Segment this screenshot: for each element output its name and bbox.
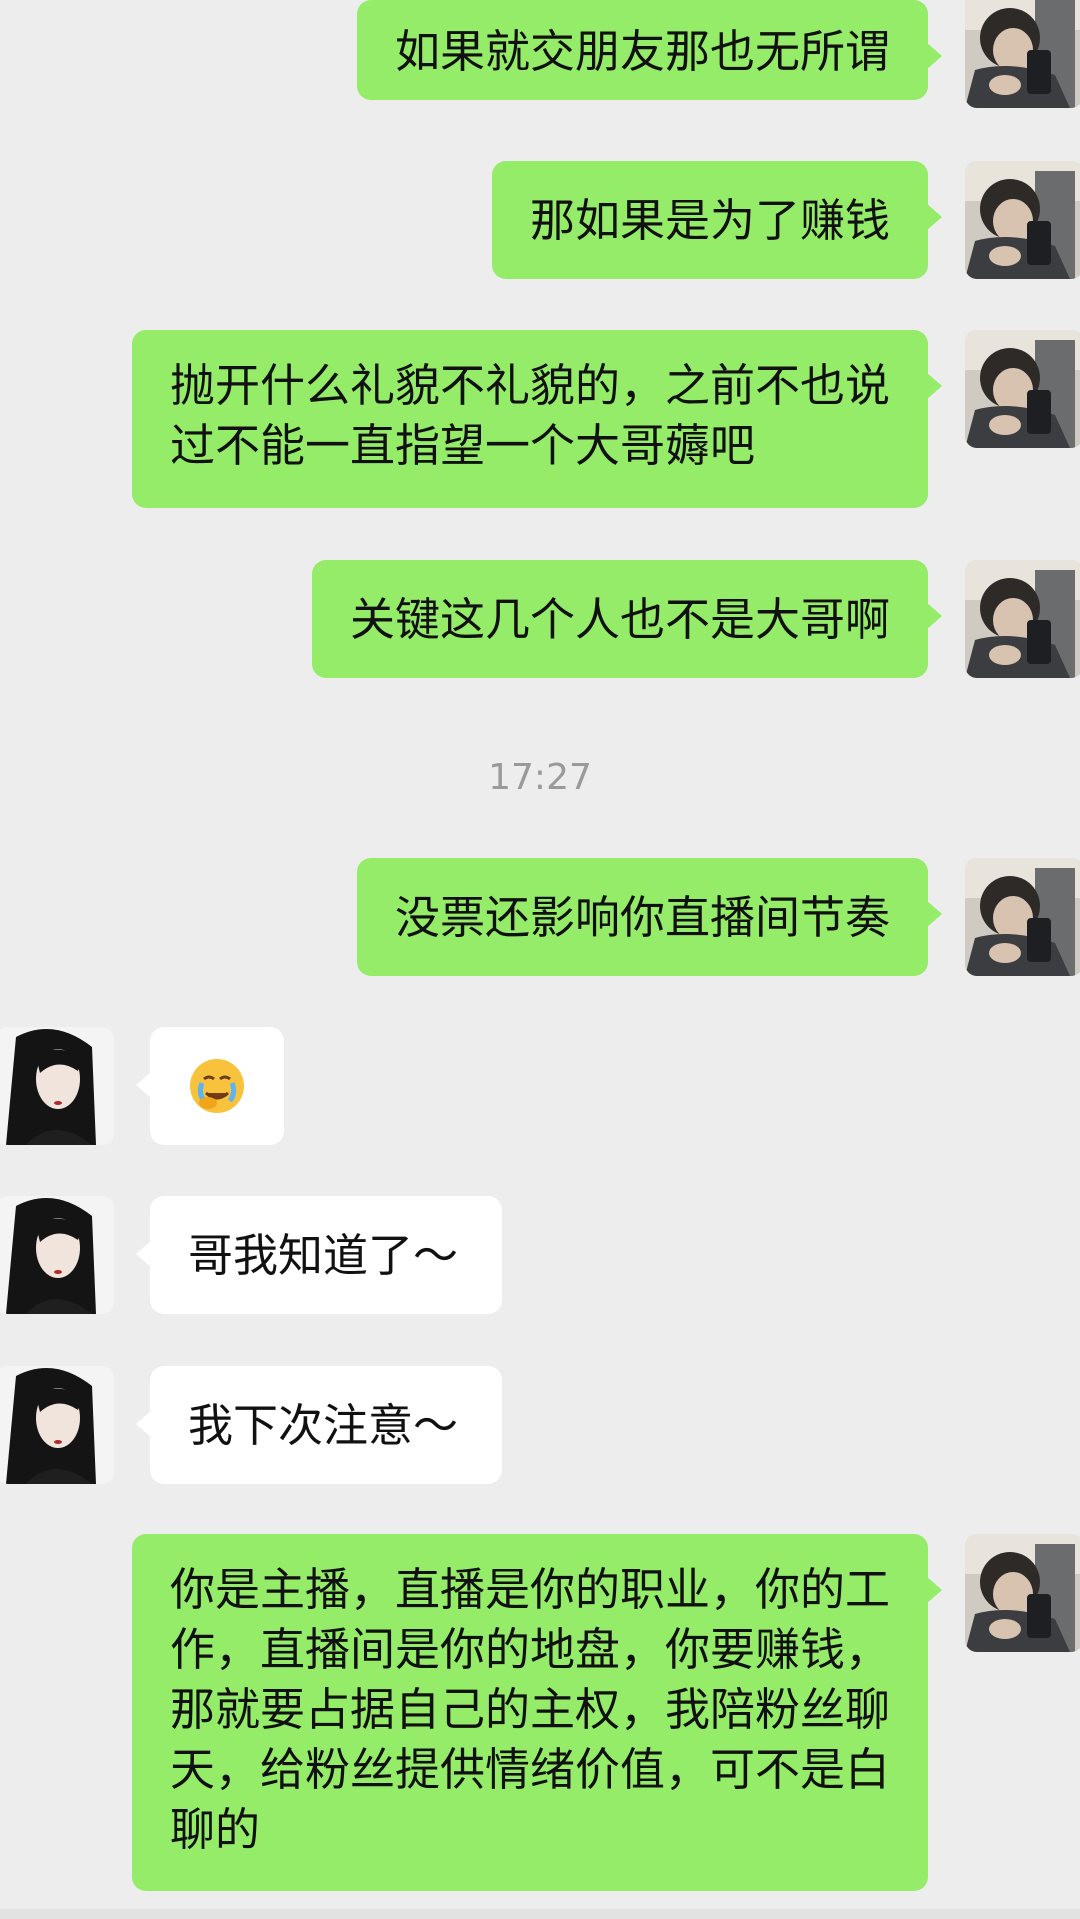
message-row: 没票还影响你直播间节奏: [0, 858, 1080, 978]
message-bubble-outgoing[interactable]: 如果就交朋友那也无所谓: [356, 0, 943, 100]
crying-face-icon: [190, 1059, 244, 1113]
message-row: 哥我知道了～: [0, 1196, 1080, 1316]
chat-message-list[interactable]: 如果就交朋友那也无所谓 那如果是为了赚钱 抛开什么礼貌不礼貌的，之前不也说过不能…: [0, 0, 1080, 1919]
message-row: 关键这几个人也不是大哥啊: [0, 560, 1080, 680]
message-text: 没票还影响你直播间节奏: [394, 891, 890, 944]
message-text: 如果就交朋友那也无所谓: [394, 25, 890, 78]
message-row: 抛开什么礼貌不礼貌的，之前不也说过不能一直指望一个大哥薅吧: [0, 330, 1080, 510]
message-row: 如果就交朋友那也无所谓: [0, 0, 1080, 110]
message-bubble-outgoing[interactable]: 抛开什么礼貌不礼貌的，之前不也说过不能一直指望一个大哥薅吧: [132, 330, 942, 508]
avatar-image: [0, 1366, 114, 1484]
message-row: 你是主播，直播是你的职业，你的工作，直播间是你的地盘，你要赚钱，那就要占据自己的…: [0, 1534, 1080, 1894]
avatar-image: [0, 1196, 114, 1314]
message-bubble-incoming[interactable]: 我下次注意～: [136, 1366, 502, 1484]
contact-avatar[interactable]: [0, 1366, 114, 1484]
avatar-image: [965, 330, 1080, 448]
message-bubble-incoming[interactable]: [136, 1027, 284, 1145]
contact-avatar[interactable]: [0, 1196, 114, 1314]
message-bubble-outgoing[interactable]: 那如果是为了赚钱: [491, 161, 943, 279]
message-bubble-outgoing[interactable]: 关键这几个人也不是大哥啊: [311, 560, 943, 678]
avatar-image: [965, 858, 1080, 976]
avatar-image: [965, 161, 1080, 279]
bottom-divider: [0, 1909, 1080, 1919]
message-text: 我下次注意～: [188, 1399, 459, 1452]
avatar-image: [0, 1027, 114, 1145]
message-text: 抛开什么礼貌不礼貌的，之前不也说过不能一直指望一个大哥薅吧: [170, 359, 891, 472]
my-avatar[interactable]: [965, 161, 1080, 279]
my-avatar[interactable]: [965, 560, 1080, 678]
message-row: [0, 1027, 1080, 1147]
my-avatar[interactable]: [965, 330, 1080, 448]
message-bubble-outgoing[interactable]: 你是主播，直播是你的职业，你的工作，直播间是你的地盘，你要赚钱，那就要占据自己的…: [132, 1534, 942, 1891]
message-row: 我下次注意～: [0, 1366, 1080, 1486]
message-row: 那如果是为了赚钱: [0, 160, 1080, 280]
avatar-image: [965, 1534, 1080, 1652]
message-timestamp: 17:27: [488, 757, 592, 798]
my-avatar[interactable]: [965, 858, 1080, 976]
my-avatar[interactable]: [965, 0, 1080, 108]
message-text: 那如果是为了赚钱: [529, 194, 890, 247]
message-text: 哥我知道了～: [188, 1229, 459, 1282]
contact-avatar[interactable]: [0, 1027, 114, 1145]
avatar-image: [965, 560, 1080, 678]
message-text: 你是主播，直播是你的职业，你的工作，直播间是你的地盘，你要赚钱，那就要占据自己的…: [170, 1563, 891, 1856]
my-avatar[interactable]: [965, 1534, 1080, 1652]
message-bubble-outgoing[interactable]: 没票还影响你直播间节奏: [356, 858, 943, 976]
avatar-image: [965, 0, 1080, 108]
message-text: 关键这几个人也不是大哥啊: [349, 593, 890, 646]
message-bubble-incoming[interactable]: 哥我知道了～: [136, 1196, 502, 1314]
